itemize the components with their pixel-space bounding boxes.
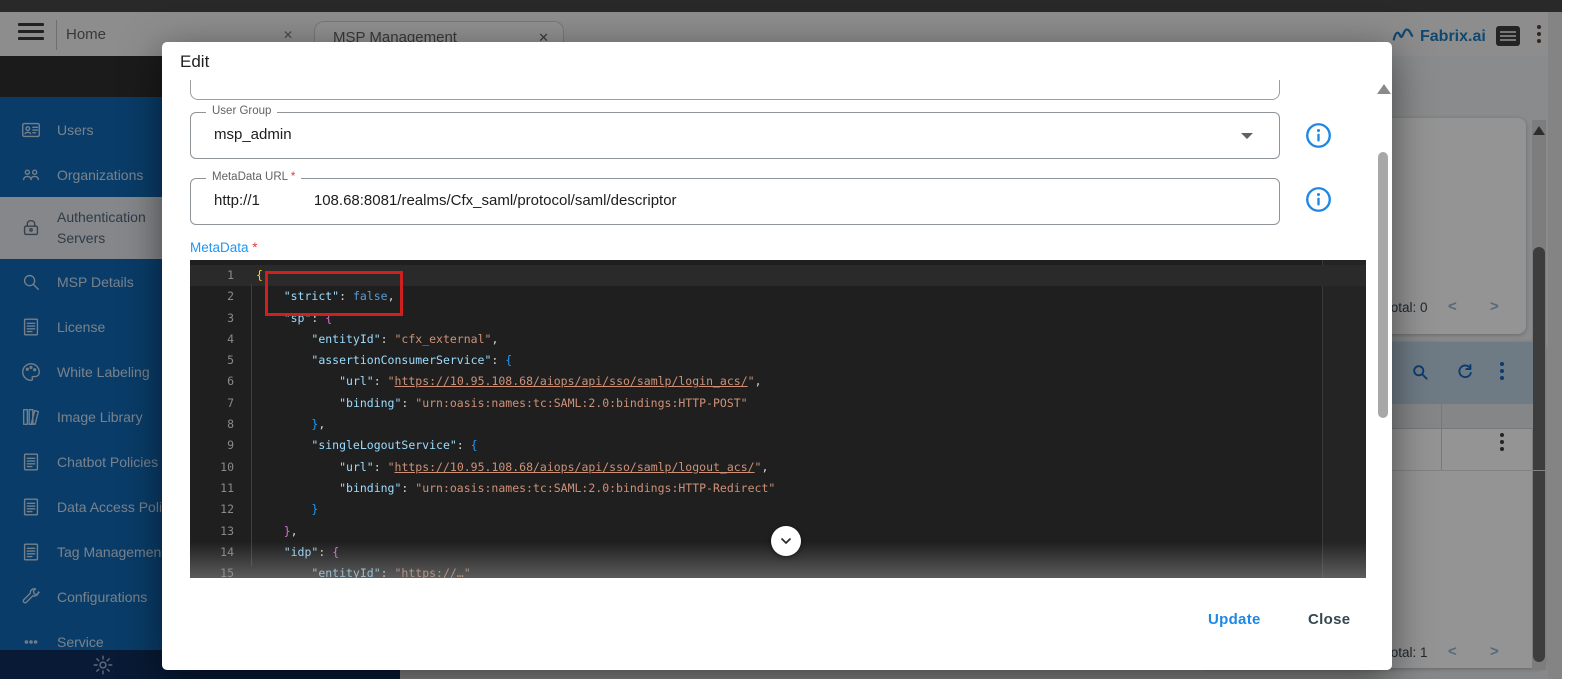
edit-dialog: Edit User Group msp_admin MetaData URL *… xyxy=(162,42,1392,670)
right-edge-strip xyxy=(1562,0,1570,679)
field-partial-above xyxy=(190,80,1280,100)
editor-gutter-line xyxy=(251,284,252,566)
metadata-url-value: http://1108.68:8081/realms/Cfx_saml/prot… xyxy=(214,192,677,209)
editor-line-6: 6 "url": "https://10.95.108.68/aiops/api… xyxy=(190,371,1366,392)
editor-line-7: 7 "binding": "urn:oasis:names:tc:SAML:2.… xyxy=(190,393,1366,414)
chevron-down-icon[interactable] xyxy=(1241,133,1253,139)
editor-line-8: 8 }, xyxy=(190,414,1366,435)
metadata-field-label: MetaData * xyxy=(190,240,258,255)
dialog-title: Edit xyxy=(180,52,209,72)
app-root: Home ✕ MSP Management ✕ Fabrix.ai UsersO… xyxy=(0,0,1570,679)
info-icon-metadata-url[interactable] xyxy=(1305,186,1332,213)
line-number: 11 xyxy=(190,478,234,499)
dialog-scrollbar-thumb[interactable] xyxy=(1378,152,1388,418)
update-button[interactable]: Update xyxy=(1202,610,1267,629)
editor-line-5: 5 "assertionConsumerService": { xyxy=(190,350,1366,371)
strict-false-highlight-box xyxy=(265,271,403,316)
line-number: 13 xyxy=(190,521,234,542)
user-group-label: User Group xyxy=(206,105,277,117)
editor-line-10: 10 "url": "https://10.95.108.68/aiops/ap… xyxy=(190,457,1366,478)
line-number: 7 xyxy=(190,393,234,414)
dialog-scroll-up-arrow[interactable] xyxy=(1377,84,1391,94)
line-number: 3 xyxy=(190,308,234,329)
editor-line-11: 11 "binding": "urn:oasis:names:tc:SAML:2… xyxy=(190,478,1366,499)
line-number: 5 xyxy=(190,350,234,371)
line-number: 1 xyxy=(190,265,234,286)
user-group-select[interactable]: User Group msp_admin xyxy=(190,112,1280,159)
close-button[interactable]: Close xyxy=(1302,610,1356,629)
line-number: 2 xyxy=(190,286,234,307)
line-number: 6 xyxy=(190,371,234,392)
scroll-down-button[interactable] xyxy=(771,526,801,556)
line-number: 4 xyxy=(190,329,234,350)
user-group-value: msp_admin xyxy=(214,126,292,143)
line-number: 8 xyxy=(190,414,234,435)
info-icon-user-group[interactable] xyxy=(1305,122,1332,149)
line-number: 12 xyxy=(190,499,234,520)
editor-line-9: 9 "singleLogoutService": { xyxy=(190,435,1366,456)
line-number: 9 xyxy=(190,435,234,456)
editor-line-4: 4 "entityId": "cfx_external", xyxy=(190,329,1366,350)
line-number: 10 xyxy=(190,457,234,478)
metadata-url-label: MetaData URL * xyxy=(206,171,301,183)
editor-line-12: 12 } xyxy=(190,499,1366,520)
metadata-url-input[interactable]: MetaData URL * http://1108.68:8081/realm… xyxy=(190,178,1280,225)
